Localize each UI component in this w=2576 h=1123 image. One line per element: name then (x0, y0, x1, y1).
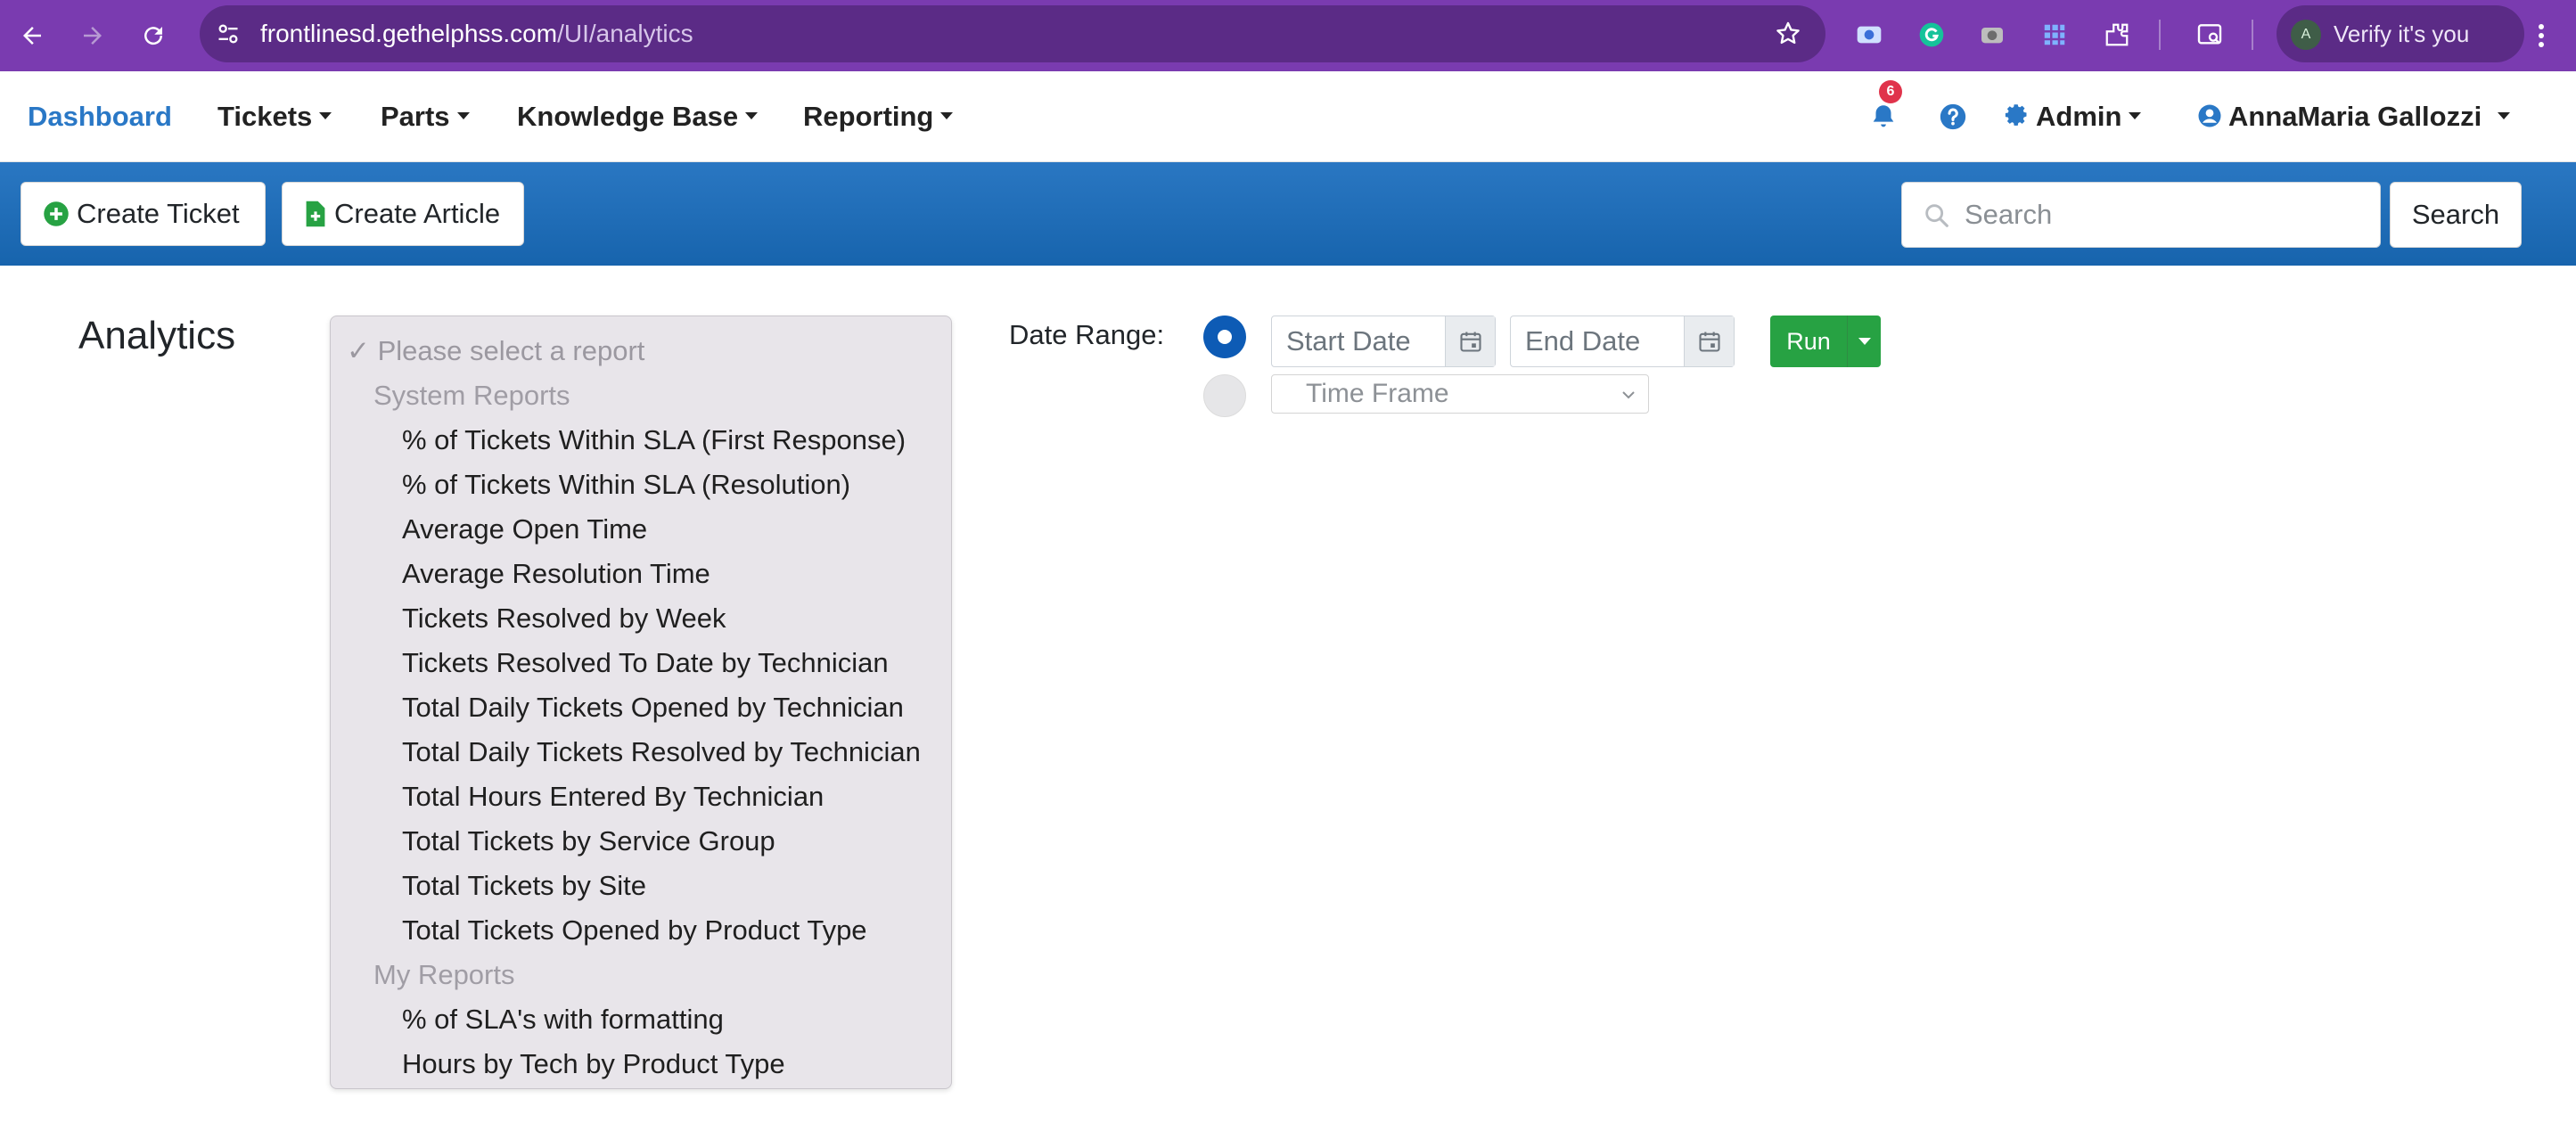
start-date-field[interactable]: Start Date (1271, 316, 1496, 367)
time-frame-radio[interactable] (1203, 374, 1246, 417)
toolbar-divider (2159, 20, 2161, 50)
create-article-button[interactable]: Create Article (282, 182, 524, 246)
report-option[interactable]: % of SLA's with formatting (402, 997, 724, 1042)
profile-verify-label: Verify it's you (2334, 20, 2470, 47)
notifications-bell-icon[interactable] (1868, 102, 1899, 132)
search-icon (1922, 201, 1952, 231)
toolbar-divider (2252, 20, 2253, 50)
plus-circle-icon (43, 201, 70, 227)
search-button[interactable]: Search (2390, 182, 2522, 248)
back-icon[interactable] (12, 16, 52, 55)
gear-icon (2005, 104, 2027, 126)
report-group-label: My Reports (373, 959, 515, 990)
main-navbar: Dashboard Tickets Parts Knowledge Base R… (0, 71, 2576, 162)
report-group-label: System Reports (373, 380, 570, 411)
report-option[interactable]: Total Daily Tickets Resolved by Technici… (402, 730, 921, 775)
grammarly-icon[interactable] (1915, 18, 1948, 52)
caret-down-icon (745, 111, 759, 119)
nav-parts-dropdown[interactable]: Parts (381, 71, 470, 162)
browser-toolbar: frontlinesd.gethelphss.com/UI/analytics … (0, 0, 2576, 71)
nav-dashboard[interactable]: Dashboard (28, 71, 172, 162)
report-option[interactable]: Tickets Resolved To Date by Technician (402, 641, 889, 685)
report-option[interactable]: % of Tickets Within SLA (Resolution) (402, 463, 850, 507)
start-date-placeholder: Start Date (1286, 325, 1411, 357)
apps-grid-extension-icon[interactable] (2038, 18, 2071, 52)
time-frame-select[interactable]: Time Frame (1271, 374, 1649, 414)
date-range-radio[interactable] (1203, 316, 1246, 358)
camera-extension-icon[interactable] (1975, 18, 2009, 52)
report-option[interactable]: % of Tickets Within SLA (First Response) (402, 418, 906, 463)
search-input[interactable] (1965, 183, 2357, 247)
end-date-placeholder: End Date (1525, 325, 1641, 357)
run-split-button: Run (1770, 316, 1881, 367)
report-option[interactable]: Tickets Resolved by Week (402, 596, 726, 641)
create-ticket-label: Create Ticket (77, 198, 240, 229)
page-title: Analytics (78, 314, 236, 357)
extensions-puzzle-icon[interactable] (2100, 18, 2134, 52)
nav-user-dropdown[interactable]: AnnaMaria Gallozzi (2196, 71, 2511, 162)
run-button[interactable]: Run (1770, 316, 1847, 367)
report-option[interactable]: Total Tickets Opened by Product Type (402, 908, 867, 953)
nav-tickets-dropdown[interactable]: Tickets (217, 71, 332, 162)
calendar-icon[interactable] (1445, 316, 1495, 366)
report-option[interactable]: Total Tickets by Site (402, 864, 646, 908)
calendar-icon[interactable] (1684, 316, 1734, 366)
help-icon[interactable] (1938, 102, 1968, 132)
report-option[interactable]: Average Open Time (402, 507, 647, 552)
create-article-label: Create Article (334, 198, 501, 229)
bookmark-star-icon[interactable] (1774, 20, 1802, 48)
report-option-placeholder[interactable]: ✓ Please select a report (347, 329, 644, 373)
report-option[interactable]: Total Hours Entered By Technician (402, 775, 824, 819)
report-option[interactable]: Total Daily Tickets Opened by Technician (402, 685, 904, 730)
report-select-dropdown[interactable]: ✓ Please select a report System Reports … (330, 316, 952, 1089)
screen-capture-extension-icon[interactable] (1852, 18, 1886, 52)
tab-search-icon[interactable] (2193, 18, 2227, 52)
report-option[interactable]: Average Resolution Time (402, 552, 710, 596)
url-text: frontlinesd.gethelphss.com/UI/analytics (260, 20, 693, 47)
create-ticket-button[interactable]: Create Ticket (21, 182, 266, 246)
caret-down-icon (2129, 111, 2142, 119)
nav-reporting-dropdown[interactable]: Reporting (803, 71, 954, 162)
report-option[interactable]: Total Tickets by Service Group (402, 819, 775, 864)
user-circle-icon (2198, 104, 2221, 127)
end-date-field[interactable]: End Date (1510, 316, 1735, 367)
reload-icon[interactable] (134, 16, 173, 55)
caret-down-icon (2498, 111, 2511, 119)
global-search-field[interactable] (1901, 182, 2381, 248)
nav-knowledge-base-dropdown[interactable]: Knowledge Base (517, 71, 759, 162)
file-plus-icon (304, 200, 327, 228)
caret-down-icon (940, 111, 954, 119)
browser-menu-icon[interactable] (2528, 18, 2555, 53)
date-range-label: Date Range: (1009, 319, 1165, 350)
site-settings-icon[interactable] (214, 20, 242, 48)
profile-verify-button[interactable]: A Verify it's you (2277, 5, 2524, 62)
caret-down-icon (319, 111, 332, 119)
run-options-caret-icon[interactable] (1847, 316, 1881, 367)
address-bar[interactable]: frontlinesd.gethelphss.com/UI/analytics (200, 5, 1825, 62)
forward-icon[interactable] (73, 16, 112, 55)
profile-avatar: A (2291, 20, 2321, 50)
caret-down-icon (456, 111, 470, 119)
notification-count-badge: 6 (1879, 80, 1902, 103)
time-frame-value: Time Frame (1306, 379, 1449, 408)
chevron-down-icon (1620, 386, 1637, 404)
nav-admin-dropdown[interactable]: Admin (2004, 71, 2142, 162)
action-toolbar: Create Ticket Create Article Search (0, 162, 2576, 266)
report-option[interactable]: Hours by Tech by Product Type (402, 1042, 785, 1086)
